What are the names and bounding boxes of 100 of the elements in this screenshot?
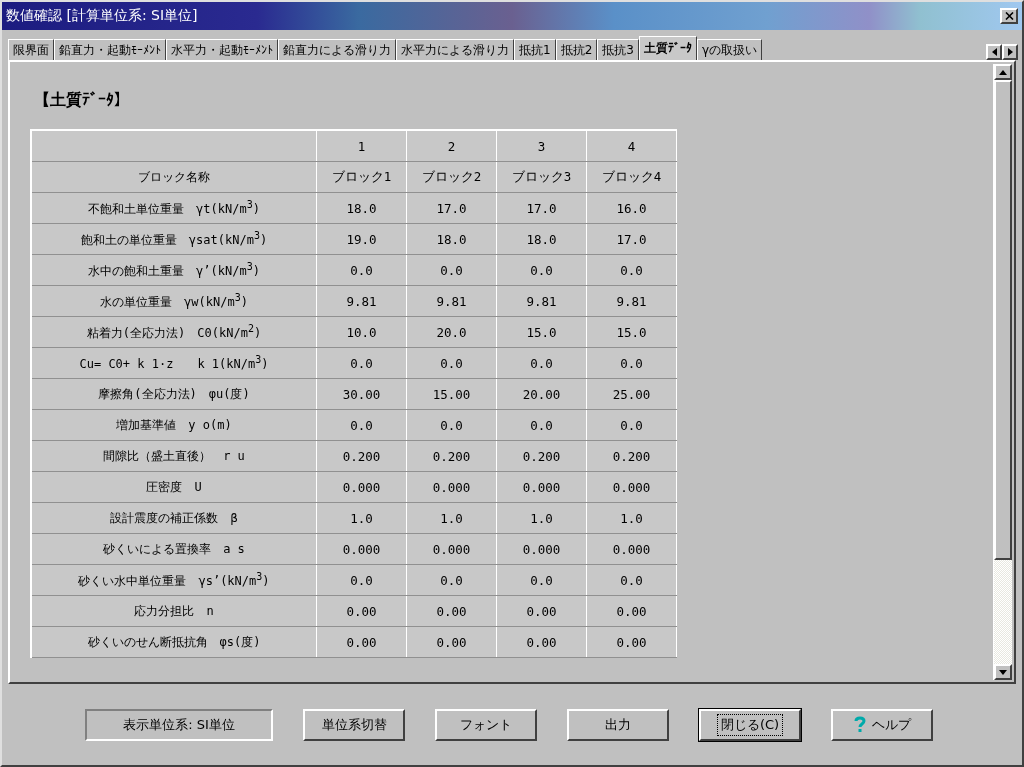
row-header: 応力分担比 n [31,595,317,627]
row-header: ブロック名称 [31,161,317,193]
vertical-scrollbar[interactable] [993,64,1012,680]
table-cell: 1.0 [406,502,497,534]
table-cell: 1.0 [586,502,677,534]
dialog-button[interactable]: 出力 [567,708,669,741]
dialog-button[interactable]: フォント [435,708,537,741]
table-cell: 0.200 [586,440,677,472]
scroll-down-button[interactable] [994,664,1012,680]
row-header: 砂くいのせん断抵抗角 φs(度) [31,626,317,658]
scroll-left-button[interactable] [986,44,1002,60]
table-cell: 0.0 [586,409,677,441]
tab[interactable]: 限界面 [8,39,54,60]
table-cell: 0.00 [316,626,407,658]
table-cell: 0.000 [316,471,407,503]
tab[interactable]: 水平力・起動ﾓｰﾒﾝﾄ [166,39,278,60]
table-cell: 0.00 [316,595,407,627]
table-cell: 19.0 [316,223,407,255]
row-header: 水の単位重量 γw(kN/m$^{3}$) [31,285,317,317]
table-cell: 0.000 [586,533,677,565]
table-cell: 0.000 [496,471,587,503]
table-cell: 0.200 [316,440,407,472]
tab[interactable]: 鉛直力による滑り力 [278,39,396,60]
table-cell: 9.81 [316,285,407,317]
table-cell: 30.00 [316,378,407,410]
table-cell: 1.0 [496,502,587,534]
table-cell: 25.00 [586,378,677,410]
left-triangle-icon [991,48,997,56]
row-header: 砂くいによる置換率 a s [31,533,317,565]
question-mark-icon [853,715,866,734]
table-cell: 0.000 [586,471,677,503]
table-cell: 0.0 [586,254,677,286]
row-header: 圧密度 U [31,471,317,503]
section-title: 【土質ﾃﾞｰﾀ】 [34,90,131,111]
table-cell: 17.0 [406,192,497,224]
table-cell: 0.000 [316,533,407,565]
row-header: 増加基準値 y o(m) [31,409,317,441]
table-cell: 0.00 [496,626,587,658]
scroll-up-button[interactable] [994,64,1012,80]
table-cell: 17.0 [586,223,677,255]
help-button[interactable]: ヘルプ [831,708,933,741]
tab[interactable]: γの取扱い [696,39,763,60]
table-cell: 0.0 [496,564,587,596]
table-cell: 20.00 [496,378,587,410]
table-cell: ブロック2 [406,161,497,193]
table-cell: 20.0 [406,316,497,348]
row-header: 設計震度の補正係数 β [31,502,317,534]
row-header: 水中の飽和土重量 γ’(kN/m$^{3}$) [31,254,317,286]
table-cell: 10.0 [316,316,407,348]
table-cell: 9.81 [586,285,677,317]
table-cell: 0.00 [586,595,677,627]
tab[interactable]: 抵抗1 [514,39,556,60]
table-cell: 15.0 [496,316,587,348]
row-header: 不飽和土単位重量 γt(kN/m$^{3}$) [31,192,317,224]
tab[interactable]: 抵抗2 [555,39,598,60]
table-cell: 0.0 [316,564,407,596]
table-cell: 0.0 [586,347,677,379]
table-cell: 0.000 [496,533,587,565]
close-icon [1004,12,1014,20]
table-cell: 0.000 [406,471,497,503]
window-title: 数値確認 [計算単位系: SI単位] [6,7,198,25]
table-cell: 0.0 [586,564,677,596]
right-triangle-icon [1007,48,1013,56]
table-cell: 16.0 [586,192,677,224]
tab[interactable]: 土質ﾃﾞｰﾀ [638,36,697,60]
row-header: 砂くい水中単位重量 γs’(kN/m$^{3}$) [31,564,317,596]
table-cell: ブロック1 [316,161,407,193]
scroll-right-button[interactable] [1002,44,1018,60]
table-cell: 17.0 [496,192,587,224]
table-cell: 0.0 [406,347,497,379]
table-cell: 9.81 [406,285,497,317]
table-cell: 0.0 [406,254,497,286]
table-cell: 0.0 [496,254,587,286]
down-triangle-icon [999,669,1007,675]
table-cell: 0.0 [316,254,407,286]
table-cell: 0.200 [496,440,587,472]
table-cell: 0.0 [496,409,587,441]
table-cell: 15.00 [406,378,497,410]
tab[interactable]: 鉛直力・起動ﾓｰﾒﾝﾄ [54,39,166,60]
row-header: 粘着力(全応力法) C0(kN/m$^{2}$) [31,316,317,348]
table-cell: 0.00 [406,595,497,627]
table-cell: 0.0 [316,409,407,441]
table-cell: 0.0 [406,409,497,441]
table-cell: 18.0 [406,223,497,255]
table-cell: 0.0 [406,564,497,596]
row-header: Cu= C0+ k 1·z k 1(kN/m$^{3}$) [31,347,317,379]
table-cell: 0.0 [496,347,587,379]
row-header: 飽和土の単位重量 γsat(kN/m$^{3}$) [31,223,317,255]
table-cell: 18.0 [316,192,407,224]
close-button[interactable] [1000,8,1018,24]
close-dialog-button[interactable]: 閉じる(C) [699,708,801,741]
tab[interactable]: 水平力による滑り力 [396,39,514,60]
scroll-thumb[interactable] [994,80,1012,560]
column-header: 3 [496,130,587,162]
table-cell: 1.0 [316,502,407,534]
row-header: 間隙比（盛土直後） r u [31,440,317,472]
tab[interactable]: 抵抗3 [597,39,639,60]
dialog-button[interactable]: 単位系切替 [303,708,405,741]
column-header: 2 [406,130,497,162]
up-triangle-icon [999,69,1007,75]
